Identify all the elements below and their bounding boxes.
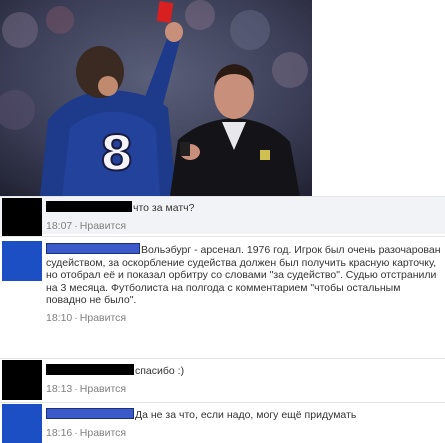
comment-text: спасибо :) xyxy=(135,365,185,377)
comment-text: Да не за что, если надо, могу ещё придум… xyxy=(135,409,357,421)
comment-body: что за матч? 18:07 · Нравится xyxy=(46,201,441,232)
comment-text-line: Вольэбург - арсенал. 1976 год. Игрок был… xyxy=(46,243,441,307)
comment-body: Да не за что, если надо, могу ещё придум… xyxy=(46,408,441,439)
avatar[interactable] xyxy=(2,360,42,400)
comment-text-line: что за матч? xyxy=(46,201,441,215)
like-button[interactable]: Нравится xyxy=(80,383,126,395)
like-button[interactable]: Нравится xyxy=(80,220,126,232)
author-name-redacted[interactable] xyxy=(46,243,140,254)
comment-meta: 18:16 · Нравится xyxy=(46,427,441,439)
comment-text: что за матч? xyxy=(133,202,195,214)
comment-time[interactable]: 18:10 xyxy=(46,312,72,324)
comment-meta: 18:07 · Нравится xyxy=(46,220,441,232)
comment-time[interactable]: 18:16 xyxy=(46,427,72,439)
jersey-number: 8 xyxy=(100,126,133,182)
football-referee-photo: 8 xyxy=(0,0,312,196)
author-name-redacted[interactable] xyxy=(46,408,134,419)
meta-separator: · xyxy=(74,219,78,232)
comment-meta: 18:13 · Нравится xyxy=(46,383,441,395)
comment-text-line: спасибо :) xyxy=(46,364,441,378)
like-button[interactable]: Нравится xyxy=(80,427,126,439)
meta-separator: · xyxy=(74,311,78,324)
comment-time[interactable]: 18:07 xyxy=(46,220,72,232)
author-name-redacted[interactable] xyxy=(46,364,134,375)
comment-meta: 18:10 · Нравится xyxy=(46,312,441,324)
meta-separator: · xyxy=(74,426,78,439)
post-photo[interactable]: 8 xyxy=(0,0,312,196)
comment-item: что за матч? 18:07 · Нравится xyxy=(0,196,445,238)
comment-body: спасибо :) 18:13 · Нравится xyxy=(46,364,441,395)
meta-separator: · xyxy=(74,382,78,395)
avatar[interactable] xyxy=(2,198,42,238)
avatar[interactable] xyxy=(2,241,42,281)
comment-body: Вольэбург - арсенал. 1976 год. Игрок был… xyxy=(46,243,441,324)
comment-text-line: Да не за что, если надо, могу ещё придум… xyxy=(46,408,441,422)
comment-time[interactable]: 18:13 xyxy=(46,383,72,395)
avatar[interactable] xyxy=(2,404,42,443)
comment-item: Да не за что, если надо, могу ещё придум… xyxy=(0,402,445,443)
author-name-redacted[interactable] xyxy=(46,201,132,212)
comment-item: Вольэбург - арсенал. 1976 год. Игрок был… xyxy=(0,236,445,356)
comment-item: спасибо :) 18:13 · Нравится xyxy=(0,358,445,400)
like-button[interactable]: Нравится xyxy=(80,312,126,324)
